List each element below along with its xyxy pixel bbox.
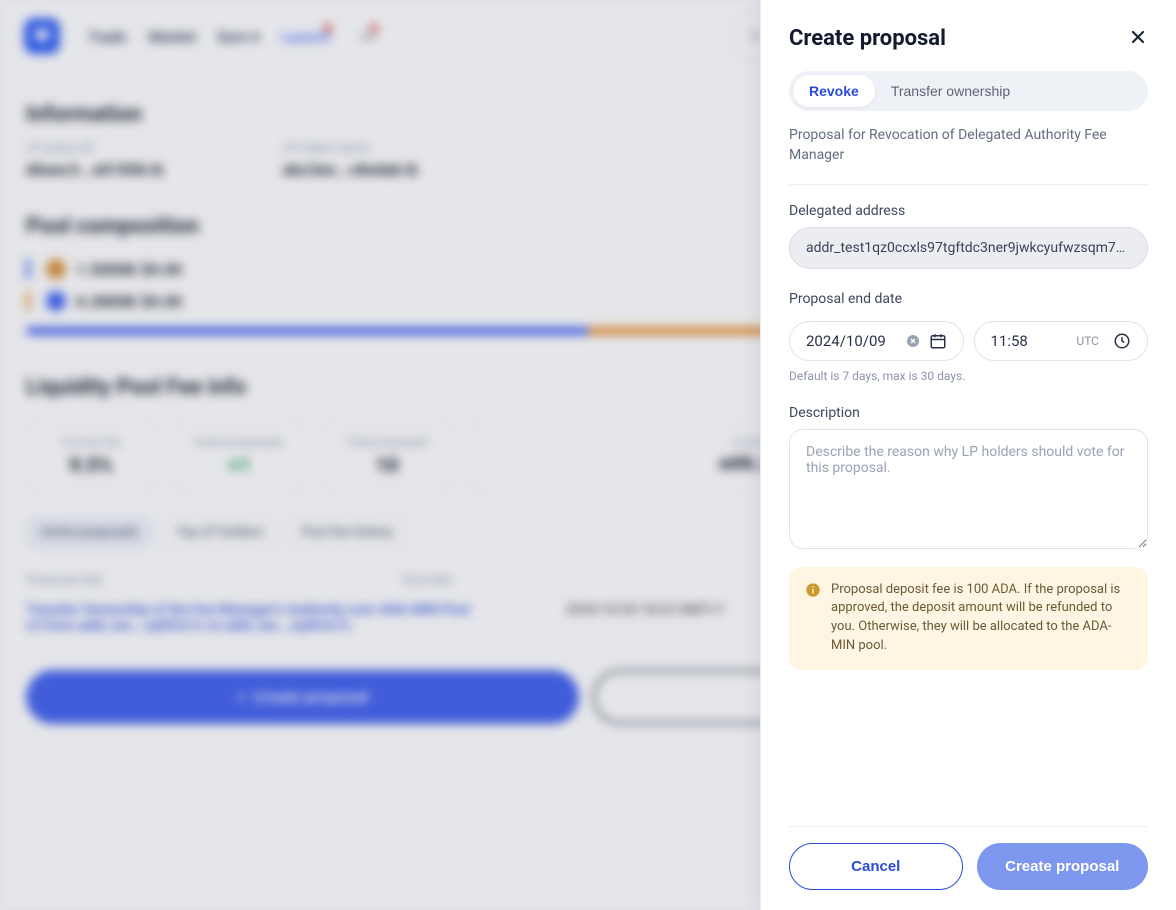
create-proposal-button[interactable]: Create proposal bbox=[977, 843, 1149, 890]
deposit-notice: Proposal deposit fee is 100 ADA. If the … bbox=[789, 567, 1148, 670]
description-label: Description bbox=[789, 405, 1148, 421]
end-date-value: 2024/10/09 bbox=[806, 332, 886, 350]
cancel-button[interactable]: Cancel bbox=[789, 843, 963, 890]
close-icon bbox=[1128, 27, 1148, 47]
segment-revoke[interactable]: Revoke bbox=[793, 75, 875, 107]
create-proposal-panel: Create proposal Revoke Transfer ownershi… bbox=[760, 0, 1176, 910]
panel-title: Create proposal bbox=[789, 26, 946, 51]
clear-date-icon[interactable] bbox=[905, 333, 921, 349]
clock-icon[interactable] bbox=[1113, 332, 1131, 350]
end-time-input[interactable]: 11:58 UTC bbox=[974, 321, 1149, 361]
end-date-hint: Default is 7 days, max is 30 days. bbox=[789, 369, 1148, 383]
delegated-address-label: Delegated address bbox=[789, 203, 1148, 219]
footer-divider bbox=[789, 826, 1148, 827]
end-date-input[interactable]: 2024/10/09 bbox=[789, 321, 964, 361]
segment-transfer[interactable]: Transfer ownership bbox=[875, 75, 1026, 107]
deposit-notice-text: Proposal deposit fee is 100 ADA. If the … bbox=[831, 581, 1132, 656]
proposal-subtitle: Proposal for Revocation of Delegated Aut… bbox=[789, 125, 1148, 166]
description-textarea[interactable] bbox=[789, 429, 1148, 549]
delegated-address-field: addr_test1qz0ccxls97tgftdc3ner9jwkcyufwz… bbox=[789, 227, 1148, 269]
end-date-label: Proposal end date bbox=[789, 291, 1148, 307]
proposal-type-segment: Revoke Transfer ownership bbox=[789, 71, 1148, 111]
utc-label: UTC bbox=[1076, 334, 1099, 348]
calendar-icon[interactable] bbox=[929, 332, 947, 350]
info-icon bbox=[805, 582, 821, 598]
divider bbox=[789, 184, 1148, 185]
end-time-value: 11:58 bbox=[991, 332, 1028, 350]
close-button[interactable] bbox=[1128, 27, 1148, 51]
